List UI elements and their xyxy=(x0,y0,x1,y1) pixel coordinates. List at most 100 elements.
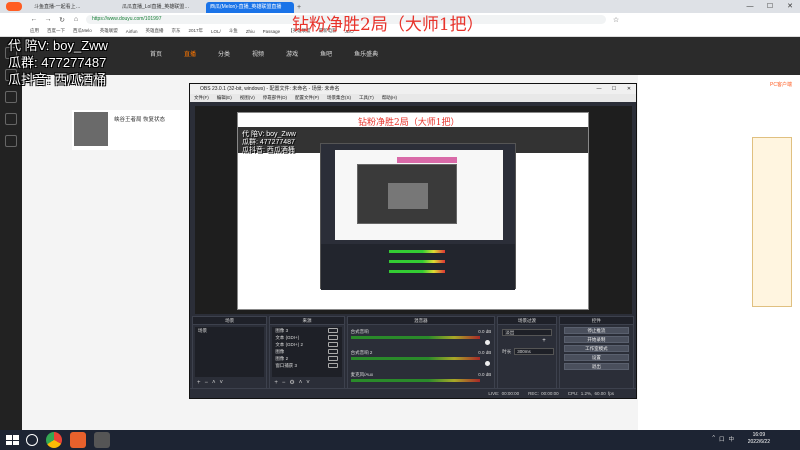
eye-icon[interactable] xyxy=(327,363,338,368)
controls-header: 控件 xyxy=(559,317,633,325)
site-left-sidebar xyxy=(0,37,22,430)
menu-item[interactable]: 配置文件(P) xyxy=(295,94,319,102)
close-button[interactable]: ✕ xyxy=(780,0,800,13)
down-icon[interactable]: ˅ xyxy=(220,379,224,387)
nav-item[interactable]: 视频 xyxy=(252,49,264,58)
obs-minimize-button[interactable]: — xyxy=(592,84,606,94)
eye-icon[interactable] xyxy=(327,342,338,347)
bookmark-item[interactable]: Airfun xyxy=(126,29,138,34)
transition-add-icon[interactable]: + xyxy=(542,338,546,344)
obs-maximize-button[interactable]: ☐ xyxy=(607,84,621,94)
nested-obs-preview xyxy=(335,150,503,240)
mixer-settings-icon[interactable] xyxy=(485,340,491,345)
tray-expand-icon[interactable]: ^ xyxy=(712,435,715,443)
eye-icon[interactable] xyxy=(327,356,338,361)
obs-taskbar-icon[interactable] xyxy=(94,432,110,448)
obs-close-button[interactable]: ✕ xyxy=(622,84,636,94)
site-header: 首页 直播 分类 视频 游戏 鱼吧 鱼乐盛典 xyxy=(0,37,800,75)
menu-item[interactable]: 停靠部件(D) xyxy=(263,94,287,102)
source-item[interactable]: 窗口捕获 3 xyxy=(272,362,341,369)
bookmark-item[interactable]: 英雄直播 xyxy=(146,28,164,34)
menu-item[interactable]: 文件(F) xyxy=(194,94,209,102)
mixer-header: 混音器 xyxy=(347,317,495,325)
bookmark-item[interactable]: 西瓜Melo xyxy=(73,28,92,34)
down-icon[interactable]: ˅ xyxy=(306,379,310,387)
obs-preview[interactable]: 钻粉净胜2局（大师1把） 代 陪V: boy_Zww 瓜群: 477277487… xyxy=(195,106,632,314)
bookmark-item[interactable]: 2017年 xyxy=(189,28,204,34)
bookmark-item[interactable]: 英雄联盟 xyxy=(100,28,118,34)
clock-time: 16:09 xyxy=(752,432,766,438)
duration-input[interactable]: 300ms xyxy=(514,348,555,355)
source-item[interactable]: 图像 xyxy=(272,348,341,355)
streamer-name: 峡谷王者局 恢复状态 xyxy=(114,117,166,123)
start-recording-button[interactable]: 开始录制 xyxy=(563,336,629,343)
sidebar-icon[interactable] xyxy=(5,91,17,103)
add-icon[interactable]: + xyxy=(274,379,278,387)
scene-item[interactable]: 场景 xyxy=(195,327,264,334)
gear-icon[interactable]: ⚙ xyxy=(289,379,294,387)
settings-button[interactable]: 设置 xyxy=(563,354,629,361)
menu-item[interactable]: 场景集合(S) xyxy=(327,94,351,102)
remove-icon[interactable]: − xyxy=(282,379,286,387)
menu-item[interactable]: 编辑(E) xyxy=(217,94,232,102)
bookmark-item[interactable]: Zhiu xyxy=(246,29,255,34)
menu-item[interactable]: 视图(V) xyxy=(240,94,255,102)
bookmark-item[interactable]: 京东 xyxy=(172,28,181,34)
obs-title-bar: OBS 23.0.1 (32-bit, windows) - 配置文件: 未命名… xyxy=(190,84,636,94)
sources-list: 图像 3 文本 (GDI+) 文本 (GDI+) 2 图像 图像 2 窗口捕获 … xyxy=(272,327,342,377)
app-icon[interactable] xyxy=(70,432,86,448)
nav-item[interactable]: 游戏 xyxy=(286,49,298,58)
add-icon[interactable]: + xyxy=(197,379,201,387)
back-icon[interactable]: ← xyxy=(30,16,38,23)
studio-mode-button[interactable]: 工作室模式 xyxy=(563,345,629,352)
bookmark-item[interactable]: LOL/ xyxy=(211,29,221,34)
tab-item[interactable]: 瓜瓜直播_Lol直播_英雄联盟… xyxy=(118,2,206,13)
bookmark-item[interactable]: 百度一下 xyxy=(47,28,65,34)
sidebar-icon[interactable] xyxy=(5,135,17,147)
remove-icon[interactable]: − xyxy=(205,379,209,387)
maximize-button[interactable]: ☐ xyxy=(760,0,780,13)
home-icon[interactable]: ⌂ xyxy=(72,16,80,23)
menu-item[interactable]: 工具(T) xyxy=(359,94,374,102)
stop-streaming-button[interactable]: 停止推流 xyxy=(563,327,629,334)
exit-button[interactable]: 退出 xyxy=(563,363,629,370)
minimize-button[interactable]: — xyxy=(740,0,760,13)
tab-item-active[interactable]: 西瓜(Melon)-直播_英雄联盟直播 xyxy=(206,2,294,13)
network-icon[interactable]: 口 xyxy=(719,435,725,443)
up-icon[interactable]: ˄ xyxy=(212,379,216,387)
search-icon[interactable] xyxy=(26,434,38,446)
bookmark-item[interactable]: 斗鱼 xyxy=(229,28,238,34)
menu-item[interactable]: 帮助(H) xyxy=(382,94,397,102)
reload-icon[interactable]: ↻ xyxy=(58,16,66,24)
ime-icon[interactable]: 中 xyxy=(728,435,734,443)
up-icon[interactable]: ˄ xyxy=(299,379,303,387)
transition-select[interactable]: 淡出 xyxy=(502,329,553,336)
nav-item-active[interactable]: 直播 xyxy=(184,49,196,58)
source-item[interactable]: 文本 (GDI+) xyxy=(272,334,341,341)
nav-item[interactable]: 首页 xyxy=(150,49,162,58)
star-icon[interactable]: ☆ xyxy=(612,16,620,24)
sources-toolbar: + − ⚙ ˄ ˅ xyxy=(272,379,341,387)
tab-item[interactable]: 斗鱼直播-一起看上… xyxy=(30,2,118,13)
stream-overlay-line: 瓜抖音: 西瓜酒桶 xyxy=(8,72,107,87)
forward-icon[interactable]: → xyxy=(44,16,52,23)
mixer-settings-icon[interactable] xyxy=(485,361,491,366)
nav-item[interactable]: 分类 xyxy=(218,49,230,58)
bookmark-item[interactable]: Passage xyxy=(263,29,281,34)
eye-icon[interactable] xyxy=(327,349,338,354)
nested-audio-meter xyxy=(389,250,445,253)
bookmark-item[interactable]: 应用 xyxy=(30,28,39,34)
chrome-icon[interactable] xyxy=(46,432,62,448)
windows-start-icon[interactable] xyxy=(4,433,19,447)
source-item[interactable]: 图像 2 xyxy=(272,355,341,362)
pc-client-link[interactable]: PC客户端 xyxy=(770,81,792,88)
clock[interactable]: 16:09 2022/6/22 xyxy=(748,432,770,446)
nav-item[interactable]: 鱼乐盛典 xyxy=(354,49,378,58)
obs-dock-area: 场景 场景 + − ˄ ˅ 来源 图像 3 文本 (GDI+) 文本 (GDI+… xyxy=(190,316,636,390)
source-item[interactable]: 文本 (GDI+) 2 xyxy=(272,341,341,348)
eye-icon[interactable] xyxy=(327,328,338,333)
source-item[interactable]: 图像 3 xyxy=(272,327,341,334)
nav-item[interactable]: 鱼吧 xyxy=(320,49,332,58)
sidebar-icon[interactable] xyxy=(5,113,17,125)
eye-icon[interactable] xyxy=(327,335,338,340)
